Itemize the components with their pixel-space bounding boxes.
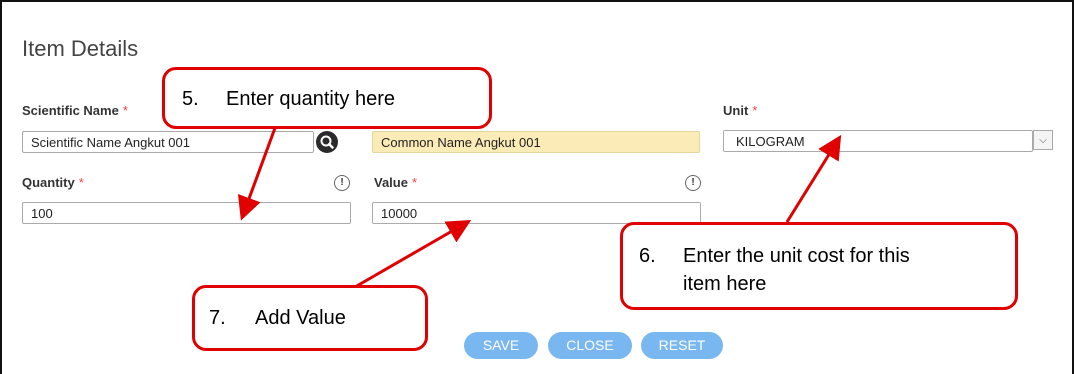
- value-callout: 7. Add Value: [192, 285, 428, 351]
- callout-text: Add Value: [255, 307, 346, 329]
- callout-number: 5.: [182, 88, 199, 110]
- callout-text: Enter quantity here: [226, 88, 395, 110]
- quantity-callout-arrow: [237, 127, 277, 221]
- callout-number: 6.: [639, 245, 656, 267]
- callout-text-line1: Enter the unit cost for this: [683, 245, 910, 267]
- callout-text-line2: item here: [683, 273, 767, 295]
- value-callout-arrow: [354, 220, 472, 289]
- callout-number: 7.: [209, 307, 226, 329]
- unit-callout-arrow: [785, 134, 842, 223]
- unit-callout: 6. Enter the unit cost for this item her…: [620, 222, 1018, 310]
- quantity-callout: 5. Enter quantity here: [162, 67, 492, 129]
- annotation-arrows: [237, 127, 842, 289]
